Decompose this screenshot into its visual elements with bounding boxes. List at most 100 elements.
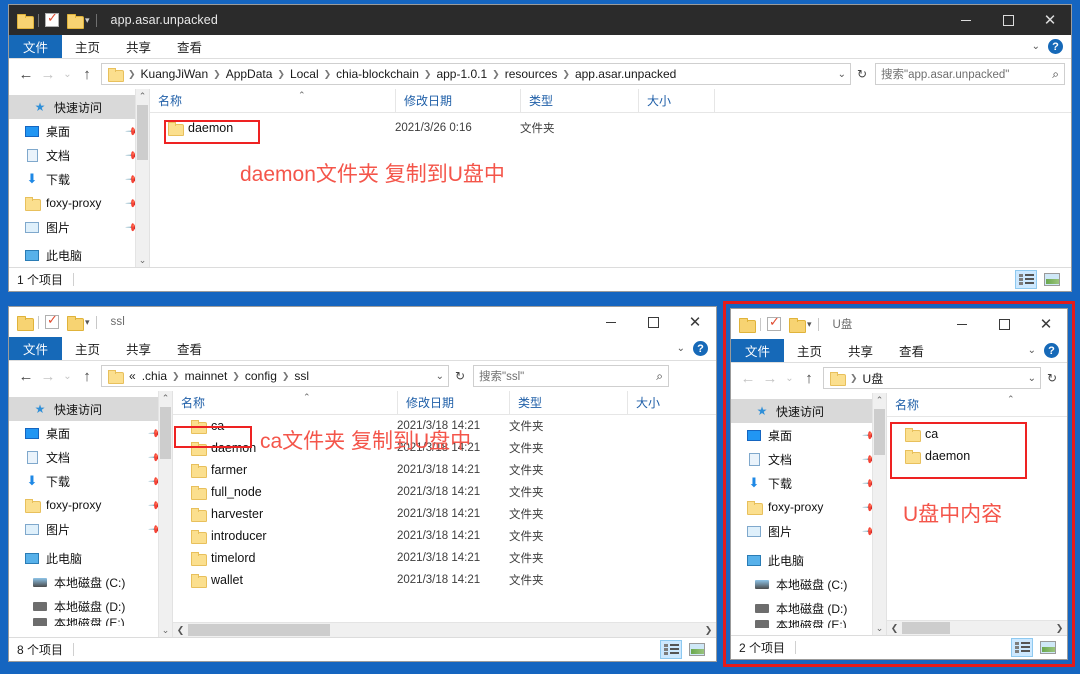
refresh-button[interactable]: ↻: [1043, 371, 1061, 385]
navigation-pane-scrollbar[interactable]: ⌃ ⌄: [135, 89, 149, 267]
sidebar-item-drive-d[interactable]: 本地磁盘 (D:): [731, 596, 886, 620]
chevron-down-icon[interactable]: ⌄: [1032, 41, 1040, 52]
column-headers[interactable]: 名称 ⌃: [887, 393, 1067, 417]
view-mode-buttons[interactable]: [1015, 270, 1063, 289]
column-header-type[interactable]: 类型: [509, 391, 627, 415]
table-row[interactable]: timelord2021/3/18 14:21文件夹: [173, 547, 716, 569]
chevron-down-icon[interactable]: ▾: [85, 317, 90, 328]
scroll-up-icon[interactable]: ⌃: [162, 391, 170, 405]
close-button[interactable]: ✕: [674, 307, 716, 337]
sidebar-item-pictures[interactable]: 图片 📌: [9, 215, 149, 239]
sidebar-item-documents[interactable]: 文档 📌: [9, 445, 172, 469]
tab-share[interactable]: 共享: [835, 339, 886, 362]
sidebar-item-drive-d[interactable]: 本地磁盘 (D:): [9, 594, 172, 618]
new-folder-icon[interactable]: [67, 14, 82, 27]
tab-home[interactable]: 主页: [62, 337, 113, 360]
navigation-bar[interactable]: ← → ⌄ ↑ ❯KuangJiWan ❯AppData ❯Local ❯chi…: [9, 59, 1071, 89]
sidebar-item-drive-c[interactable]: 本地磁盘 (C:): [9, 570, 172, 594]
breadcrumb-item[interactable]: ssl: [291, 369, 312, 383]
sidebar-item-quick-access[interactable]: ★ 快速访问: [731, 399, 886, 423]
scroll-down-icon[interactable]: ⌄: [139, 253, 147, 267]
sidebar-item-documents[interactable]: 文档 📌: [731, 447, 886, 471]
explorer-window-app-asar-unpacked[interactable]: ▾ app.asar.unpacked ✕ 文件 主页 共享 查看 ⌄ ? ← …: [8, 4, 1072, 292]
scrollbar-thumb[interactable]: [902, 622, 950, 634]
properties-icon[interactable]: [767, 317, 781, 331]
up-button[interactable]: ↑: [76, 365, 98, 387]
table-row[interactable]: full_node2021/3/18 14:21文件夹: [173, 481, 716, 503]
large-icons-view-button[interactable]: [1037, 638, 1059, 657]
titlebar[interactable]: ▾ ssl ✕: [9, 307, 716, 337]
properties-icon[interactable]: [45, 13, 59, 27]
navigation-pane-scrollbar[interactable]: ⌃ ⌄: [158, 391, 172, 637]
details-view-button[interactable]: [1011, 638, 1033, 657]
scroll-up-icon[interactable]: ⌃: [876, 393, 884, 407]
breadcrumb-item[interactable]: config: [242, 369, 280, 383]
sidebar-item-this-pc[interactable]: 此电脑: [9, 546, 172, 570]
sidebar-item-foxy-proxy[interactable]: foxy-proxy 📌: [9, 191, 149, 215]
breadcrumb[interactable]: « .chia ❯mainnet ❯config ❯ssl ⌄: [101, 365, 449, 387]
chevron-down-icon[interactable]: ⌄: [677, 343, 685, 354]
minimize-button[interactable]: [945, 5, 987, 35]
new-folder-icon[interactable]: [67, 316, 82, 329]
quick-access-toolbar[interactable]: ▾: [17, 13, 103, 27]
scrollbar-thumb[interactable]: [137, 105, 148, 160]
view-mode-buttons[interactable]: [1011, 638, 1059, 657]
breadcrumb-overflow[interactable]: «: [126, 369, 139, 383]
forward-button[interactable]: →: [37, 365, 59, 387]
column-header-date[interactable]: 修改日期: [397, 391, 509, 415]
help-icon[interactable]: ?: [693, 341, 708, 356]
breadcrumb-dropdown-icon[interactable]: ⌄: [1028, 373, 1036, 384]
maximize-button[interactable]: [987, 5, 1029, 35]
column-headers[interactable]: 名称 ⌃ 修改日期 类型 大小: [150, 89, 1071, 113]
navigation-bar[interactable]: ← → ⌄ ↑ ❯U盘 ⌄ ↻: [731, 363, 1067, 393]
scroll-left-icon[interactable]: ❮: [173, 625, 188, 636]
sidebar-item-desktop[interactable]: 桌面 📌: [9, 119, 149, 143]
breadcrumb-item[interactable]: app.asar.unpacked: [572, 67, 679, 81]
forward-button[interactable]: →: [759, 367, 781, 389]
scroll-down-icon[interactable]: ⌄: [162, 623, 170, 637]
refresh-button[interactable]: ↻: [451, 369, 469, 383]
up-button[interactable]: ↑: [76, 63, 98, 85]
close-button[interactable]: ✕: [1029, 5, 1071, 35]
scroll-left-icon[interactable]: ❮: [887, 623, 902, 634]
scroll-right-icon[interactable]: ❯: [1052, 623, 1067, 634]
tab-home[interactable]: 主页: [784, 339, 835, 362]
navigation-pane[interactable]: ★ 快速访问 桌面 📌 文档 📌 ⬇ 下载 📌 foxy-proxy: [9, 391, 172, 637]
sidebar-item-foxy-proxy[interactable]: foxy-proxy 📌: [9, 493, 172, 517]
sidebar-item-downloads[interactable]: ⬇ 下载 📌: [731, 471, 886, 495]
tab-view[interactable]: 查看: [886, 339, 937, 362]
scroll-down-icon[interactable]: ⌄: [876, 621, 884, 635]
breadcrumb-item[interactable]: resources: [502, 67, 561, 81]
sidebar-item-quick-access[interactable]: ★ 快速访问: [9, 95, 149, 119]
table-row[interactable]: daemon 2021/3/26 0:16 文件夹: [150, 117, 1071, 139]
back-button[interactable]: ←: [15, 63, 37, 85]
breadcrumb-item[interactable]: Local: [287, 67, 322, 81]
chevron-down-icon[interactable]: ⌄: [1028, 345, 1036, 356]
recent-locations-button[interactable]: ⌄: [59, 63, 76, 85]
navigation-pane-scrollbar[interactable]: ⌃ ⌄: [872, 393, 886, 635]
minimize-button[interactable]: [941, 309, 983, 339]
breadcrumb[interactable]: ❯U盘 ⌄: [823, 367, 1041, 389]
titlebar[interactable]: ▾ app.asar.unpacked ✕: [9, 5, 1071, 35]
column-header-name[interactable]: 名称 ⌃: [150, 89, 395, 113]
sidebar-item-pictures[interactable]: 图片 📌: [731, 519, 886, 543]
properties-icon[interactable]: [45, 315, 59, 329]
search-input[interactable]: 搜索"ssl" ⌕: [473, 365, 669, 387]
table-row[interactable]: farmer2021/3/18 14:21文件夹: [173, 459, 716, 481]
sidebar-item-desktop[interactable]: 桌面 📌: [9, 421, 172, 445]
details-view-button[interactable]: [1015, 270, 1037, 289]
sidebar-item-quick-access[interactable]: ★ 快速访问: [9, 397, 172, 421]
tab-file[interactable]: 文件: [9, 337, 62, 360]
maximize-button[interactable]: [632, 307, 674, 337]
ribbon-tabs[interactable]: 文件 主页 共享 查看 ⌄ ?: [9, 35, 1071, 59]
close-button[interactable]: ✕: [1025, 309, 1067, 339]
sidebar-item-desktop[interactable]: 桌面 📌: [731, 423, 886, 447]
scrollbar-thumb[interactable]: [188, 624, 330, 636]
recent-locations-button[interactable]: ⌄: [59, 365, 76, 387]
scrollbar-thumb[interactable]: [874, 409, 885, 455]
horizontal-scrollbar[interactable]: ❮ ❯: [887, 620, 1067, 635]
breadcrumb-dropdown-icon[interactable]: ⌄: [838, 69, 846, 80]
large-icons-view-button[interactable]: [686, 640, 708, 659]
navigation-pane[interactable]: ★ 快速访问 桌面 📌 文档 📌 ⬇ 下载 📌 foxy-proxy: [731, 393, 886, 635]
explorer-window-usb[interactable]: ▾ U盘 ✕ 文件 主页 共享 查看 ⌄ ? ← → ⌄ ↑ ❯U盘 ⌄ ↻: [730, 308, 1068, 660]
